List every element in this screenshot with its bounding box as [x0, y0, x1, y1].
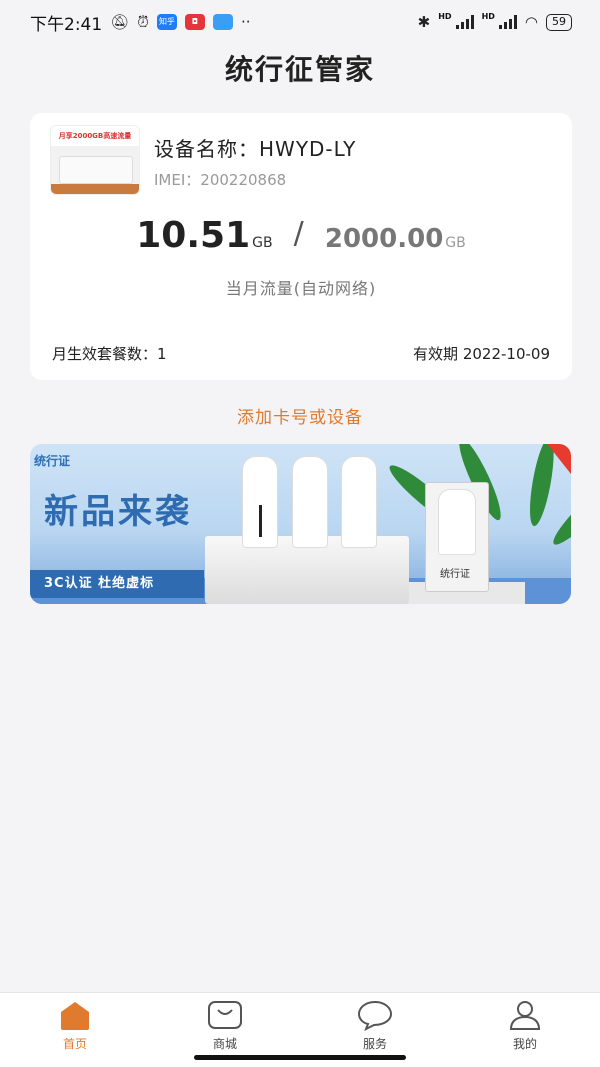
mute-bell-icon: 🔕︎ — [110, 13, 130, 31]
page-title: 统行征管家 — [224, 53, 375, 86]
status-time: 下午2:41 — [30, 14, 103, 35]
usb-modem-image — [341, 456, 377, 548]
nav-home-label: 首页 — [62, 1037, 87, 1051]
nav-mine[interactable]: 我的 — [450, 993, 600, 1067]
device-card[interactable]: 月享2000GB高速流量 设备名称：HWYD-LY IMEI：200220868… — [30, 113, 572, 380]
device-imei: IMEI：200220868 — [154, 169, 286, 190]
device-name-value: HWYD-LY — [259, 137, 357, 161]
alarm-icon: ⏰︎ — [137, 13, 149, 31]
promo-banner[interactable]: 统行证 统行证 新品来袭 3C认证 杜绝虚标 — [30, 444, 571, 604]
usage-row: 10.51 GB / 2000.00 GB — [30, 215, 572, 256]
valid-date: 2022-10-09 — [462, 345, 550, 363]
signal-icon — [455, 15, 474, 29]
box-label: 统行证 — [440, 569, 470, 580]
leaf-decoration — [547, 473, 571, 551]
gesture-bar[interactable] — [194, 1055, 406, 1060]
used-unit: GB — [252, 235, 273, 251]
banner-tagline: 3C认证 杜绝虚标 — [30, 570, 204, 598]
usage-separator: / — [293, 216, 304, 251]
banner-logo: 统行证 — [34, 454, 71, 468]
zhihu-app-icon: 知乎 — [156, 14, 177, 30]
chat-bubble-icon — [357, 1000, 393, 1031]
active-plans: 月生效套餐数：1 — [52, 343, 167, 364]
plans-count: 1 — [157, 345, 167, 363]
add-card-or-device-link[interactable]: 添加卡号或设备 — [0, 403, 600, 428]
device-name-label: 设备名称： — [154, 137, 259, 161]
device-name: 设备名称：HWYD-LY — [154, 133, 356, 162]
total-traffic: 2000.00 — [324, 224, 444, 254]
leaf-decoration — [525, 444, 559, 528]
nav-mall-label: 商城 — [212, 1037, 237, 1051]
home-icon — [61, 1002, 89, 1030]
hd-icon-2: HD — [481, 11, 495, 21]
signal-icon-2 — [498, 15, 517, 29]
bluetooth-icon: ✱ — [417, 13, 431, 31]
plans-label: 月生效套餐数： — [52, 345, 158, 363]
nav-home[interactable]: 首页 — [0, 993, 150, 1067]
wifi-icon: ◠ — [524, 13, 538, 31]
usb-modem-image — [242, 456, 278, 548]
banner-headline: 新品来袭 — [44, 492, 192, 532]
more-dots-icon: ·· — [240, 13, 251, 31]
battery-icon: 59 — [546, 13, 572, 31]
valid-until: 有效期 2022-10-09 — [413, 343, 550, 364]
status-bar: 下午2:41 🔕︎ ⏰︎ 知乎 ◘ ·· ✱ HD HD ◠ 59 — [0, 0, 600, 44]
usage-caption: 当月流量(自动网络) — [225, 279, 377, 298]
nav-mine-label: 我的 — [512, 1037, 537, 1051]
usb-modem-image — [292, 456, 328, 548]
device-thumbnail: 月享2000GB高速流量 — [50, 125, 140, 195]
product-box-image: 统行证 — [425, 482, 489, 592]
imei-value: 200220868 — [200, 171, 287, 189]
total-unit: GB — [445, 235, 466, 251]
imei-label: IMEI： — [154, 171, 201, 189]
shopping-bag-icon — [208, 1001, 242, 1029]
message-app-icon — [212, 14, 233, 30]
valid-label: 有效期 — [413, 345, 459, 363]
video-app-icon: ◘ — [184, 14, 205, 30]
user-icon — [509, 1001, 541, 1030]
nav-service-label: 服务 — [362, 1037, 387, 1051]
used-traffic: 10.51 — [136, 215, 251, 256]
thumb-caption: 月享2000GB高速流量 — [51, 126, 139, 146]
hd-icon: HD — [438, 11, 452, 21]
thumb-ribbon — [51, 184, 139, 194]
router-image — [59, 156, 133, 184]
